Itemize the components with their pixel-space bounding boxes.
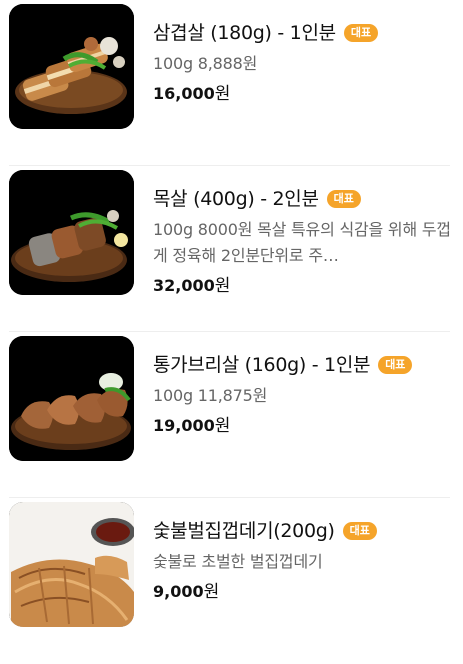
menu-item-pork-neck[interactable]: 목살 (400g) - 2인분 대표 100g 8000원 목살 특유의 식감을…	[0, 166, 463, 332]
menu-item-description: 숯불로 초벌한 벌집껍데기	[153, 552, 323, 571]
menu-item-info: 통가브리살 (160g) - 1인분 대표 100g 11,875원 19,00…	[153, 332, 451, 437]
menu-item-price: 19,000원	[153, 415, 451, 437]
price-value: 9,000	[153, 582, 204, 601]
menu-item-info: 숯불벌집껍데기(200g) 대표 숯불로 초벌한 벌집껍데기 9,000원	[153, 498, 451, 603]
menu-item-name: 숯불벌집껍데기(200g)	[153, 520, 335, 542]
signature-badge: 대표	[326, 190, 361, 208]
menu-item-description: 100g 11,875원	[153, 386, 268, 405]
menu-item-name: 통가브리살 (160g) - 1인분	[153, 354, 371, 376]
menu-item-info: 삼겹살 (180g) - 1인분 대표 100g 8,888원 16,000원	[153, 0, 451, 105]
menu-item-name: 삼겹살 (180g) - 1인분	[153, 22, 336, 44]
currency-label: 원	[214, 276, 231, 296]
signature-badge: 대표	[378, 356, 413, 374]
price-value: 32,000	[153, 276, 215, 295]
currency-label: 원	[203, 582, 220, 602]
menu-list: 삼겹살 (180g) - 1인분 대표 100g 8,888원 16,000원	[0, 0, 463, 632]
price-value: 19,000	[153, 416, 215, 435]
menu-item-price: 16,000원	[153, 83, 451, 105]
menu-item-name: 목살 (400g) - 2인분	[153, 188, 319, 210]
menu-item-info: 목살 (400g) - 2인분 대표 100g 8000원 목살 특유의 식감을…	[153, 166, 451, 297]
currency-label: 원	[214, 416, 231, 436]
currency-label: 원	[214, 84, 231, 104]
menu-item-price: 32,000원	[153, 275, 451, 297]
menu-item-pork-skin[interactable]: 숯불벌집껍데기(200g) 대표 숯불로 초벌한 벌집껍데기 9,000원	[0, 498, 463, 664]
menu-item-pork-jowl[interactable]: 통가브리살 (160g) - 1인분 대표 100g 11,875원 19,00…	[0, 332, 463, 498]
menu-item-description: 100g 8,888원	[153, 54, 258, 73]
grilled-pork-jowl-image[interactable]	[9, 336, 134, 461]
grilled-pork-neck-image[interactable]	[9, 170, 134, 295]
grilled-pork-skin-image[interactable]	[9, 502, 134, 627]
price-value: 16,000	[153, 84, 215, 103]
signature-badge: 대표	[343, 24, 379, 42]
grilled-pork-belly-image[interactable]	[9, 4, 134, 129]
signature-badge: 대표	[342, 522, 377, 540]
menu-item-pork-belly[interactable]: 삼겹살 (180g) - 1인분 대표 100g 8,888원 16,000원	[0, 0, 463, 166]
menu-item-description: 100g 8000원 목살 특유의 식감을 위해 두껍게 정육해 2인분단위로 …	[153, 220, 451, 265]
menu-item-price: 9,000원	[153, 581, 451, 603]
